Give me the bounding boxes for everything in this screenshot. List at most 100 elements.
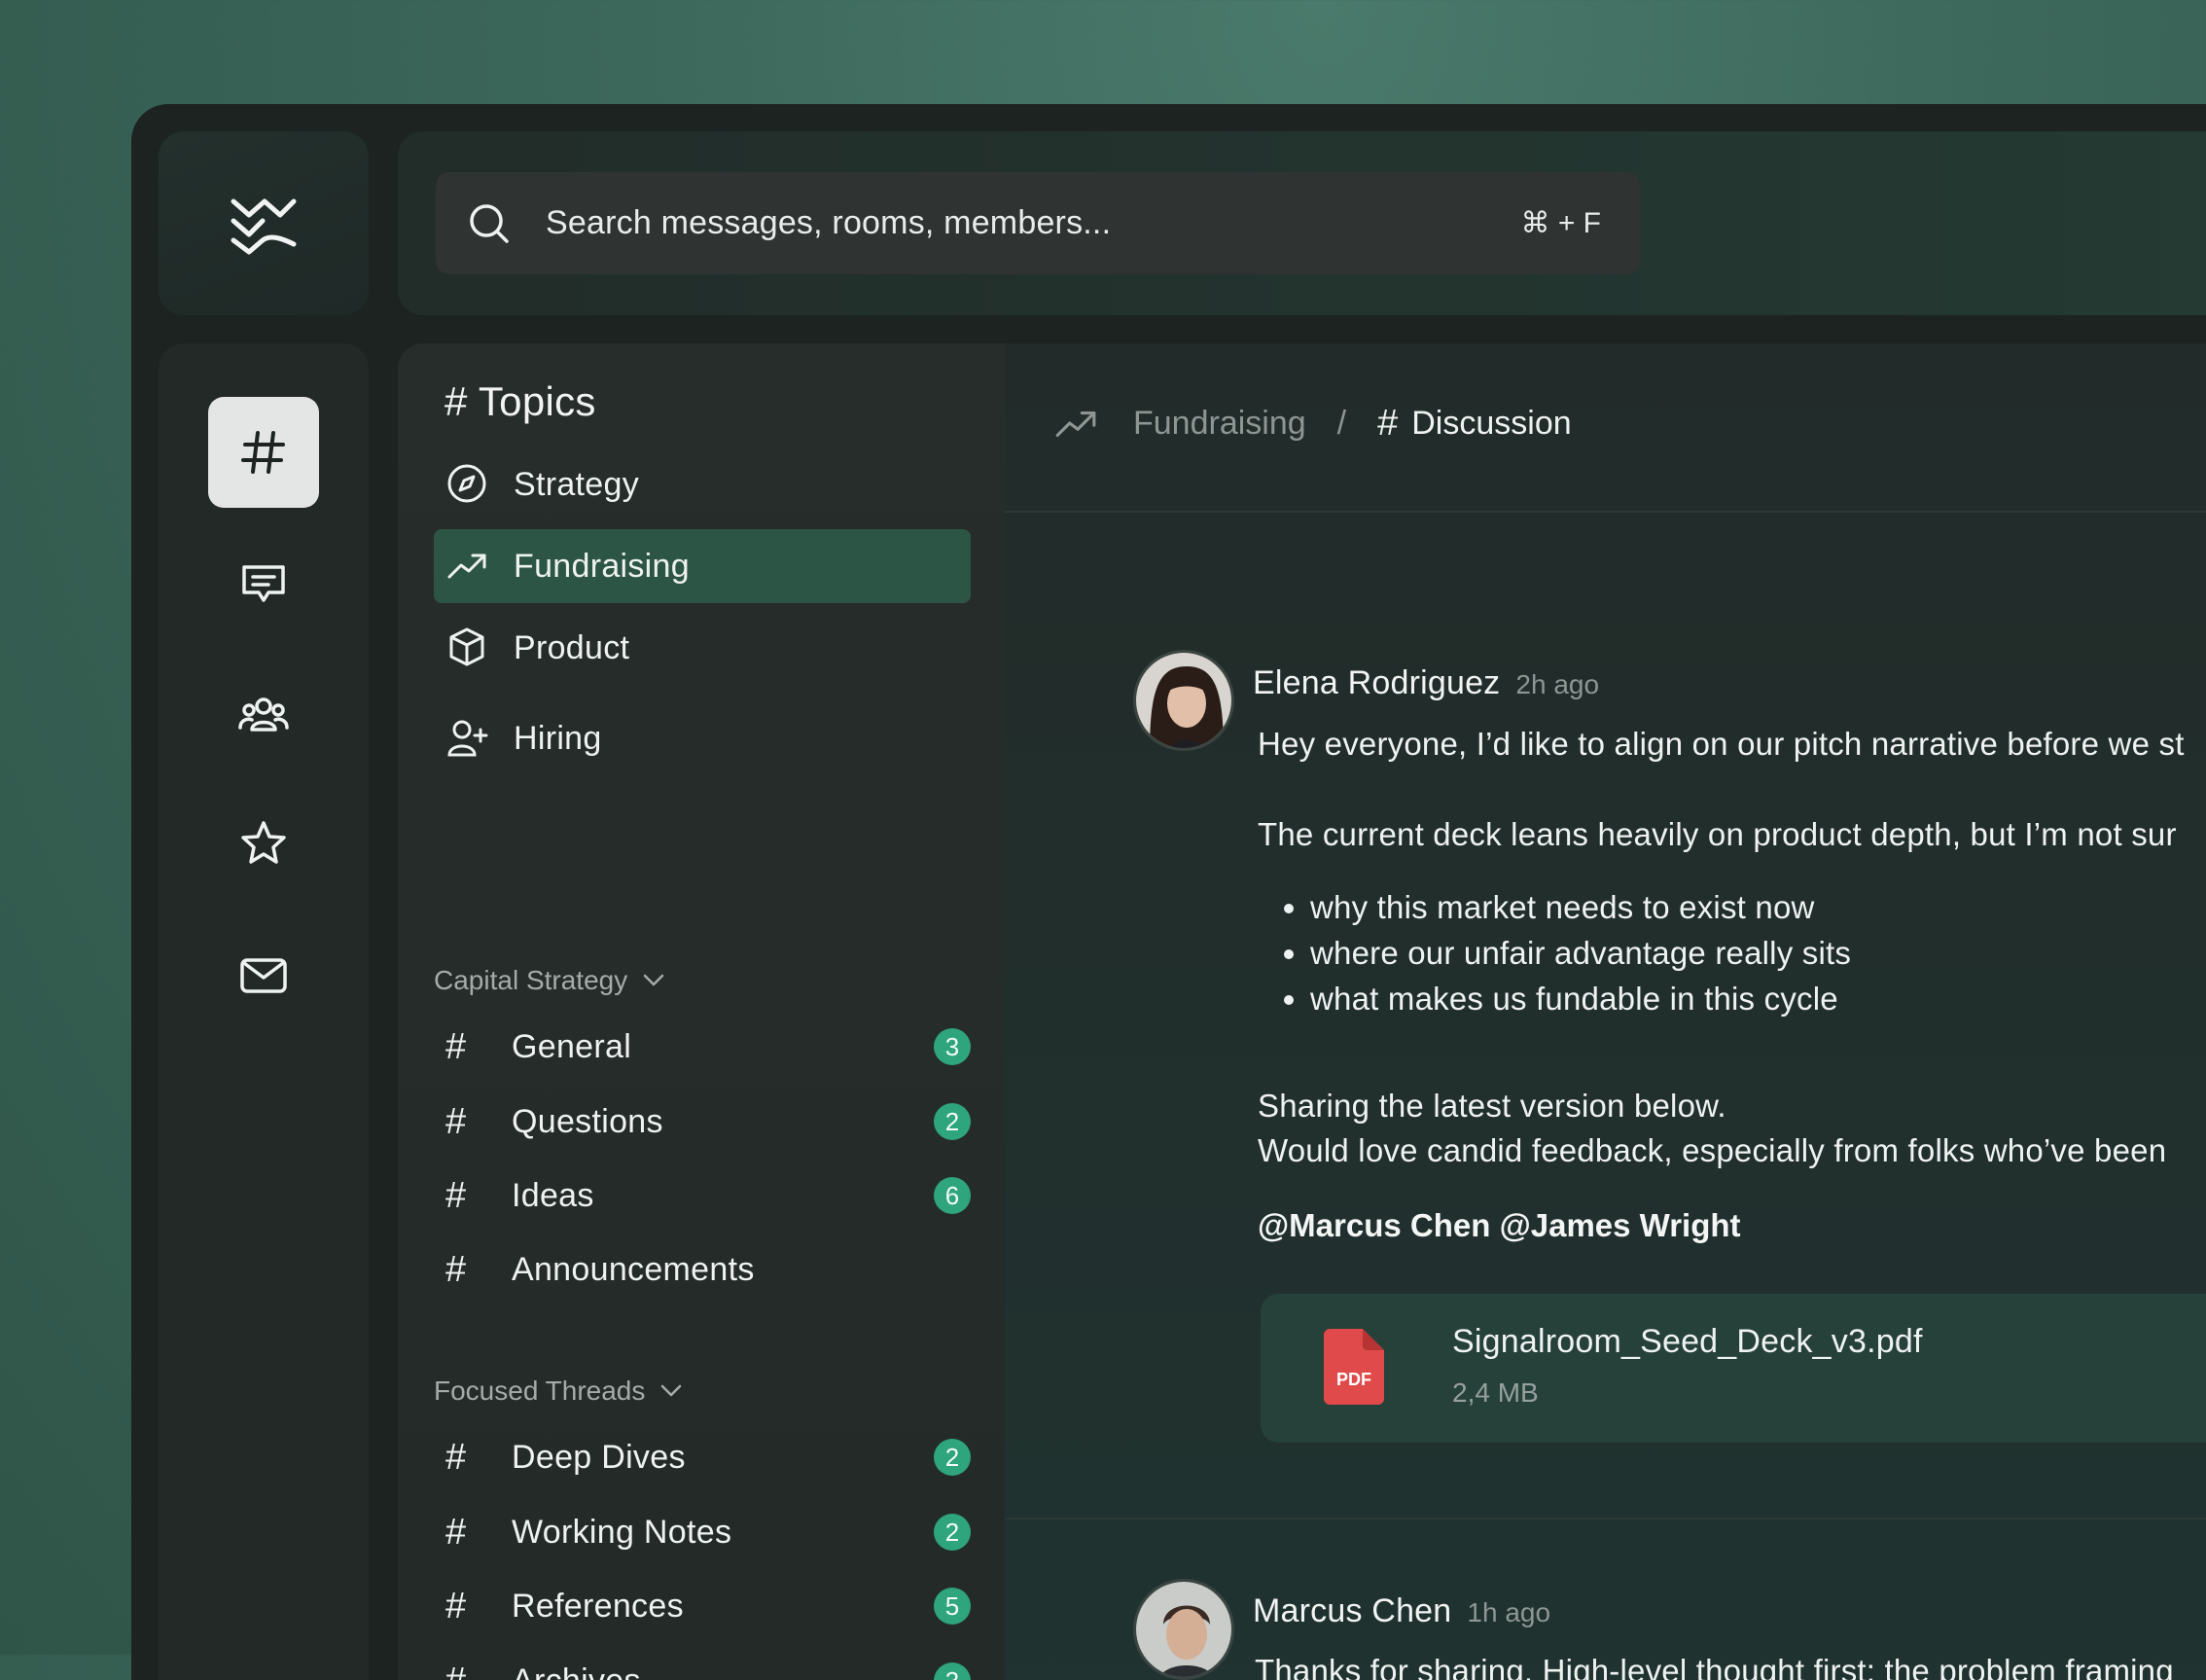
hash-icon: # [1377,403,1398,445]
list-item: why this market needs to exist now [1310,884,1851,930]
hash-icon: # [445,1512,494,1554]
hash-icon: # [445,1249,494,1291]
channel-label: Questions [512,1103,663,1141]
topic-label: Strategy [514,466,639,504]
breadcrumb-parent[interactable]: Fundraising [1133,405,1306,443]
message-header: Elena Rodriguez 2h ago [1253,664,1599,702]
channel-label: References [512,1588,684,1626]
avatar[interactable] [1133,1579,1234,1680]
hash-icon: # [445,1175,494,1217]
channel-label: Working Notes [512,1514,731,1552]
channel-references[interactable]: # References 5 [434,1576,971,1636]
channel-label: General [512,1028,631,1066]
group-title: Focused Threads [434,1376,645,1407]
unread-badge: 3 [934,1662,971,1680]
breadcrumb: Fundraising / # Discussion [1053,384,1572,462]
group-title: Capital Strategy [434,965,627,996]
chevron-down-icon [641,968,666,993]
timestamp: 1h ago [1467,1597,1550,1628]
search-input[interactable]: Search messages, rooms, members... ⌘ + F [436,172,1640,274]
channel-working-notes[interactable]: # Working Notes 2 [434,1502,971,1562]
unread-badge: 6 [934,1177,971,1214]
icon-rail [159,343,369,1680]
trending-up-icon [1053,401,1098,446]
channel-label: Announcements [512,1251,755,1289]
channel-deep-dives[interactable]: # Deep Dives 2 [434,1427,971,1487]
topic-fundraising[interactable]: Fundraising [434,529,971,603]
rail-channels-button[interactable] [208,397,319,508]
message-text: Thanks for sharing. High-level thought f… [1255,1653,2174,1680]
pdf-file-icon: PDF [1324,1329,1384,1405]
unread-badge: 3 [934,1028,971,1065]
hash-icon [236,425,291,480]
message-text: The current deck leans heavily on produc… [1258,816,2177,853]
hash-icon: # [445,1586,494,1627]
channel-label: Ideas [512,1177,594,1215]
author-name[interactable]: Marcus Chen [1253,1592,1451,1630]
unread-badge: 2 [934,1514,971,1551]
thread-view: Fundraising / # Discussion Elena Rodrigu… [1005,343,2206,1680]
chevron-down-icon [658,1378,684,1404]
topic-strategy[interactable]: Strategy [434,447,971,521]
author-name[interactable]: Elena Rodriguez [1253,664,1500,702]
list-item: what makes us fundable in this cycle [1310,976,1851,1021]
rail-inbox-button[interactable] [208,920,319,1031]
group-capital-strategy[interactable]: Capital Strategy [434,965,666,996]
box-icon [445,626,490,670]
trending-up-icon [445,544,490,589]
topic-label: Product [514,629,629,667]
topic-product[interactable]: Product [434,611,971,685]
app-window: Search messages, rooms, members... ⌘ + F [131,104,2206,1680]
message-header: Marcus Chen 1h ago [1253,1592,1550,1630]
channel-archives[interactable]: # Archives 3 [434,1651,971,1680]
rail-messages-button[interactable] [208,527,319,638]
compass-icon [445,462,490,507]
channel-general[interactable]: # General 3 [434,1017,971,1077]
app-logo-icon[interactable] [230,192,298,256]
search-placeholder: Search messages, rooms, members... [546,172,1111,274]
members-icon [236,687,291,741]
file-size: 2,4 MB [1452,1377,1539,1409]
unread-badge: 2 [934,1439,971,1476]
topic-hiring[interactable]: Hiring [434,701,971,775]
mail-icon [236,948,291,1003]
timestamp: 2h ago [1515,669,1599,700]
file-attachment[interactable]: PDF Signalroom_Seed_Deck_v3.pdf 2,4 MB [1261,1294,2206,1443]
topic-label: Hiring [514,720,602,758]
channel-label: Deep Dives [512,1439,686,1477]
top-bar: Search messages, rooms, members... ⌘ + F [398,131,2206,315]
hash-icon: # [445,1437,494,1479]
topic-label: Fundraising [514,548,690,586]
breadcrumb-separator: / [1337,405,1346,443]
channel-ideas[interactable]: # Ideas 6 [434,1165,971,1226]
logo-panel [159,131,369,315]
hash-icon: # [445,1026,494,1068]
search-icon [468,202,511,245]
avatar-marcus-image [1136,1582,1234,1680]
mentions[interactable]: @Marcus Chen @James Wright [1258,1207,1741,1244]
group-focused-threads[interactable]: Focused Threads [434,1376,684,1407]
message-text: Sharing the latest version below. [1258,1088,1726,1125]
search-shortcut: ⌘ + F [1520,172,1601,274]
avatar[interactable] [1133,650,1234,751]
hash-icon: # [445,1101,494,1143]
message-text: Hey everyone, I’d like to align on our p… [1258,726,2185,763]
channel-announcements[interactable]: # Announcements [434,1239,971,1300]
chat-icon [236,555,291,610]
rail-favorites-button[interactable] [208,789,319,900]
hash-icon: # [445,1661,494,1680]
header-divider [1005,511,2206,513]
message-bullet-list: why this market needs to exist now where… [1263,884,1851,1021]
rail-members-button[interactable] [208,659,319,769]
channel-label: Archives [512,1662,641,1680]
unread-badge: 5 [934,1588,971,1625]
avatar-elena-image [1136,653,1234,751]
file-name[interactable]: Signalroom_Seed_Deck_v3.pdf [1452,1323,1923,1361]
unread-badge: 2 [934,1103,971,1140]
star-icon [236,817,291,872]
channel-questions[interactable]: # Questions 2 [434,1091,971,1152]
list-item: where our unfair advantage really sits [1310,930,1851,976]
sidebar-title: # Topics [445,378,596,425]
message-text: Would love candid feedback, especially f… [1258,1132,2166,1169]
message-divider [1005,1518,2206,1519]
